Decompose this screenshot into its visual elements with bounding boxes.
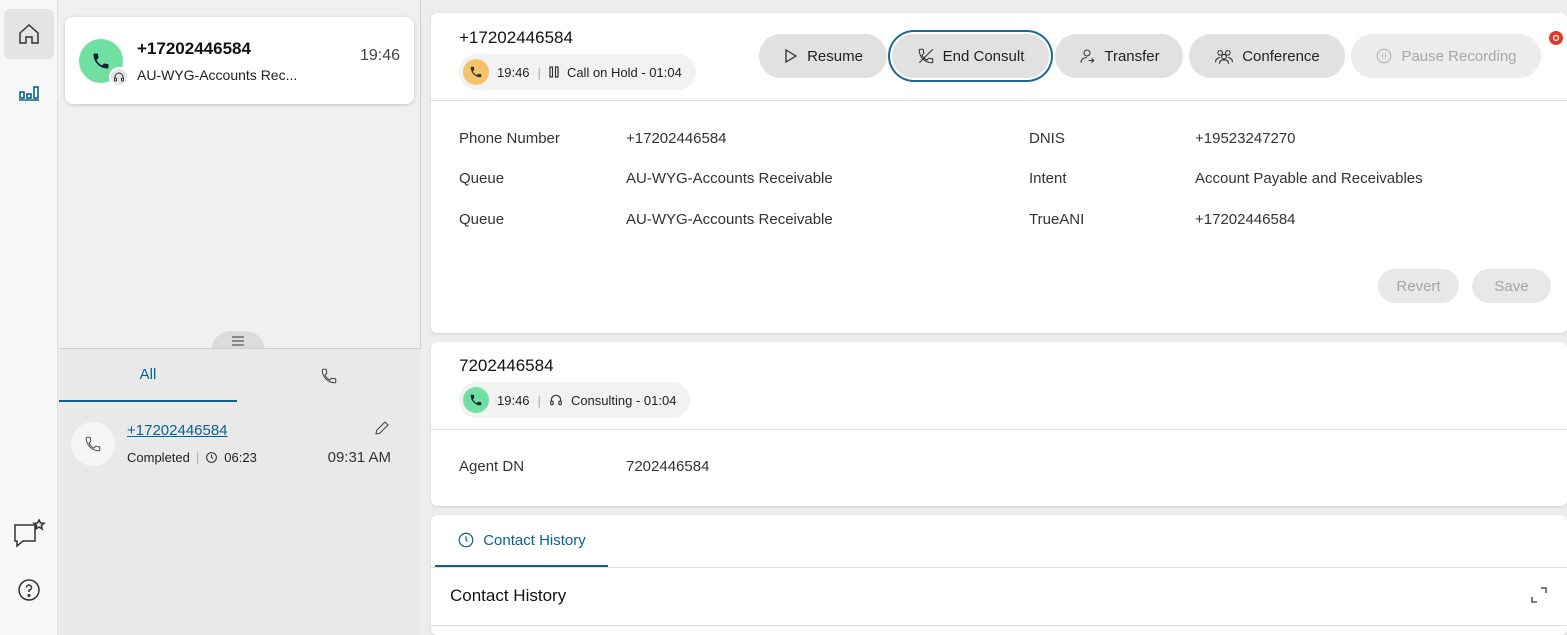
consult-time: 19:46 [497,392,530,408]
history-duration: 06:23 [224,450,257,465]
phone-number-value: +17202446584 [626,130,727,147]
task-queue: AU-WYG-Accounts Rec... [137,67,298,83]
divider [431,429,1567,430]
history-time: 09:31 AM [327,449,391,466]
history-status-text: Completed [127,450,190,465]
call-state: Call on Hold - 01:04 [566,64,682,80]
trueani-value: +17202446584 [1195,211,1296,228]
headset-icon [109,67,129,87]
transfer-label: Transfer [1104,47,1160,65]
consult-state-pill: 19:46 | Consulting - 01:04 [459,382,691,418]
queue-value: AU-WYG-Accounts Receivable [626,211,833,228]
chat-star-icon[interactable] [4,508,54,558]
agent-dn-label: Agent DN [459,458,525,475]
phone-number-label: Phone Number [459,130,560,147]
agent-dn-value: 7202446584 [626,458,710,475]
call-number: +17202446584 [459,28,573,47]
intent-value: Account Payable and Receivables [1195,170,1423,187]
call-avatar [79,39,129,87]
divider [431,100,1567,101]
clock-icon [458,532,474,548]
end-consult-button[interactable]: End Consult [892,34,1049,78]
hold-icon [549,66,559,78]
dnis-value: +19523247270 [1195,130,1296,147]
task-title: +17202446584 [137,39,251,58]
save-button[interactable]: Save [1472,269,1551,303]
conference-button[interactable]: Conference [1189,34,1345,78]
clock-icon [206,452,218,463]
consult-number: 7202446584 [459,356,554,375]
contact-history-title: Contact History [450,586,567,605]
revert-button[interactable]: Revert [1378,269,1459,303]
task-card[interactable]: +17202446584 19:46 AU-WYG-Accounts Rec..… [65,17,414,104]
history-status: Completed | 06:23 [127,450,257,465]
queue-label: Queue [459,170,505,187]
resume-label: Resume [807,47,863,65]
phone-icon [93,53,109,69]
end-call-icon [918,48,933,64]
transfer-icon [1080,49,1095,64]
task-list-panel: +17202446584 19:46 AU-WYG-Accounts Rec..… [59,0,421,635]
intent-label: Intent [1029,170,1067,187]
expand-icon[interactable] [1529,585,1549,610]
history-number-link[interactable]: +17202446584 [127,422,228,439]
tab-calls[interactable] [237,349,421,402]
queue-label: Queue [459,211,505,228]
call-time: 19:46 [497,64,530,80]
pause-recording-label: Pause Recording [1401,47,1517,65]
phone-icon [71,422,115,466]
dnis-label: DNIS [1029,130,1065,147]
divider [431,625,1567,626]
menu-icon [232,336,244,346]
contact-history-card: Contact History Contact History [431,515,1567,635]
headset-icon [550,394,562,406]
edit-icon[interactable] [373,419,391,442]
nav-rail [0,0,58,635]
phone-icon [463,59,489,85]
help-icon[interactable] [4,565,54,615]
pause-icon [1377,48,1392,64]
transfer-button[interactable]: Transfer [1055,34,1183,78]
tab-contact-history[interactable]: Contact History [435,515,608,567]
conference-label: Conference [1242,47,1320,65]
analytics-icon[interactable] [4,65,54,115]
call-state-pill: 19:46 | Call on Hold - 01:04 [459,54,696,90]
divider [431,567,1567,568]
conference-icon [1215,50,1234,64]
consult-state: Consulting - 01:04 [570,392,677,408]
contact-history-tab-label: Contact History [483,531,586,549]
queue-value: AU-WYG-Accounts Receivable [626,170,833,187]
pause-recording-button[interactable]: Pause Recording [1351,34,1541,78]
trueani-label: TrueANI [1029,211,1085,228]
held-call-card: +17202446584 19:46 | Call on Hold - 01:0… [431,13,1567,333]
consult-call-card: 7202446584 19:46 | Consulting - 01:04 Ag… [431,342,1567,506]
end-consult-label: End Consult [942,47,1025,65]
task-time: 19:46 [359,47,400,64]
resume-button[interactable]: Resume [759,34,887,78]
history-panel: All +17202446584 Completed | 06:23 09:31… [59,348,421,635]
tab-all[interactable]: All [59,349,237,402]
phone-icon [321,368,337,383]
notification-badge [1549,31,1563,45]
home-icon[interactable] [4,9,54,59]
play-icon [785,48,798,64]
phone-icon [463,387,489,413]
